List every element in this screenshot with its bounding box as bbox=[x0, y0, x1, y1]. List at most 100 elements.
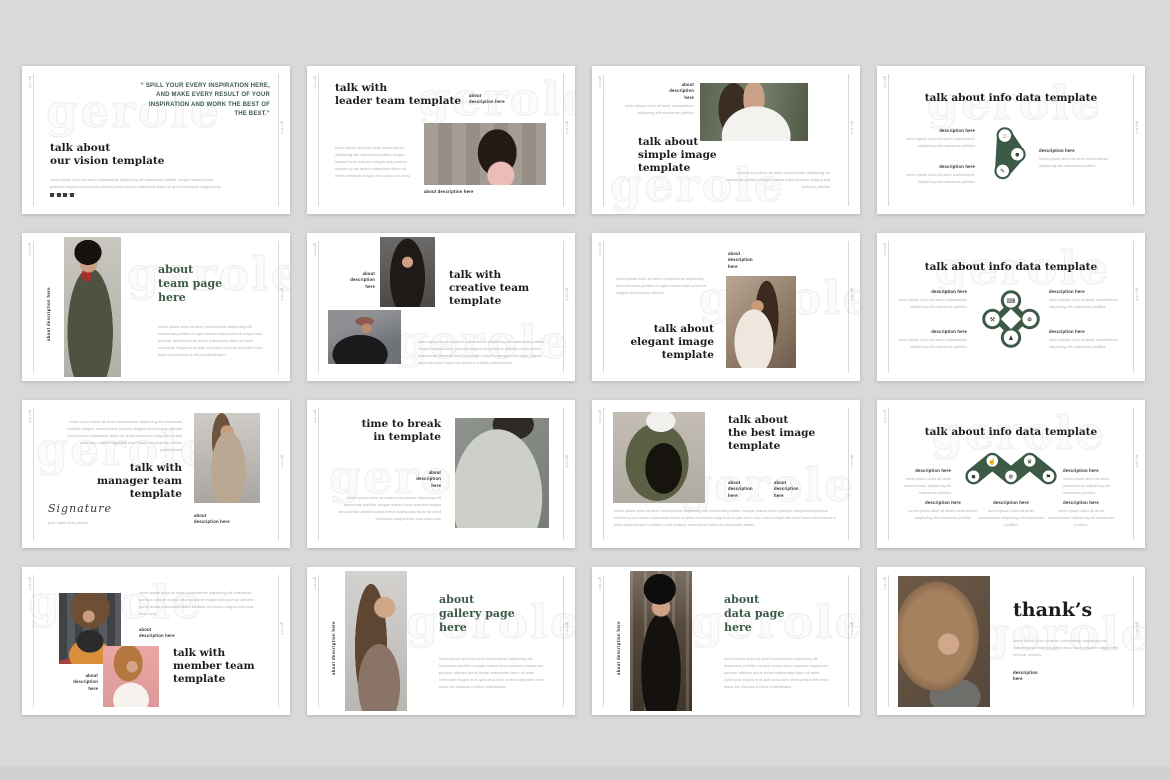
globe-icon: ⊕ bbox=[1008, 474, 1013, 481]
edge-text-left: gerole bbox=[598, 577, 602, 590]
edge-line-left bbox=[888, 575, 889, 707]
slide-creative-team[interactable]: gerole gerole gerole about description h… bbox=[307, 233, 575, 381]
description-label: description here bbox=[897, 164, 975, 170]
watermark-text: gerole bbox=[680, 458, 855, 512]
slide-manager-team[interactable]: gerole gerole gerole lorem ipsum dolor s… bbox=[22, 400, 290, 548]
description-text: lorem ipsum dolor sit amet consectetuer … bbox=[1049, 296, 1123, 310]
edge-text-left: gerole bbox=[883, 76, 887, 89]
edge-line-right bbox=[848, 575, 849, 707]
about-label: about description here bbox=[774, 480, 799, 499]
photo-gallery bbox=[345, 571, 407, 711]
slide-leader-team[interactable]: gerole gerole gerole talk with leader te… bbox=[307, 66, 575, 214]
slide-gallery-page[interactable]: gerole gerole gerole about description h… bbox=[307, 567, 575, 715]
photo-elegant bbox=[726, 276, 796, 368]
slide-vision[interactable]: gerole gerole gerole “ SPILL YOUR EVERY … bbox=[22, 66, 290, 214]
slide-info-data-spinner[interactable]: gerole gerole gerole talk about info dat… bbox=[877, 66, 1145, 214]
edge-line-right bbox=[563, 575, 564, 707]
spinner-diagram: ⌂ ☻ ✎ bbox=[983, 124, 1035, 184]
photo-thanks bbox=[898, 576, 990, 707]
description-text: lorem ipsum dolor sit amet consectetuer … bbox=[889, 475, 951, 496]
edge-line-left bbox=[603, 74, 604, 206]
edge-text-right: gerole bbox=[850, 121, 854, 134]
instagram-icon bbox=[63, 193, 67, 197]
edge-line-left bbox=[603, 575, 604, 707]
description-text: lorem ipsum dolor sit amet consectetuer … bbox=[977, 507, 1045, 528]
description-text: lorem ipsum dolor sit amet consectetuer … bbox=[1039, 155, 1117, 169]
about-label: about description here bbox=[335, 271, 375, 290]
about-label-vertical: about description here bbox=[616, 613, 621, 675]
slide-best-image[interactable]: gerole gerole gerole talk about the best… bbox=[592, 400, 860, 548]
team-icon: ☻ bbox=[970, 474, 977, 481]
zigzag-diagram: ☻ ☝ ⊕ ♛ ⚑ bbox=[963, 448, 1059, 492]
edge-text-right: gerole bbox=[565, 121, 569, 134]
signature-subtext: your name here please bbox=[48, 519, 108, 526]
facebook-icon bbox=[50, 193, 54, 197]
slide-team-page[interactable]: gerole gerole gerole about description h… bbox=[22, 233, 290, 381]
edge-line-right bbox=[848, 74, 849, 206]
edge-line-right bbox=[278, 74, 279, 206]
edge-line-left bbox=[33, 575, 34, 707]
slide-info-data-zigzag[interactable]: gerole gerole gerole talk about info dat… bbox=[877, 400, 1145, 548]
body-text: lorem ipsum dolor sit amet consectetuer … bbox=[418, 338, 558, 366]
slide-simple-image[interactable]: gerole gerole gerole about description h… bbox=[592, 66, 860, 214]
edge-text-right: gerole bbox=[565, 622, 569, 635]
slide-thanks[interactable]: gerole gerole gerole thank’s lorem ipsum… bbox=[877, 567, 1145, 715]
signature-text: Signature bbox=[48, 502, 112, 515]
edge-text-right: gerole bbox=[1135, 455, 1139, 468]
photo-caption: about description here bbox=[424, 189, 474, 195]
description-label: description here bbox=[1013, 670, 1038, 683]
photo-break bbox=[455, 418, 549, 528]
edge-text-left: gerole bbox=[28, 76, 32, 89]
description-text: lorem ipsum dolor sit amet consectetuer … bbox=[1047, 507, 1115, 528]
description-label: description here bbox=[907, 500, 979, 506]
thumbs-up-icon: ☝ bbox=[988, 457, 996, 465]
slide-data-page[interactable]: gerole gerole gerole about description h… bbox=[592, 567, 860, 715]
slide-info-data-clover[interactable]: gerole gerole gerole talk about info dat… bbox=[877, 233, 1145, 381]
description-label: description here bbox=[889, 468, 951, 474]
photo-member-2 bbox=[103, 646, 159, 707]
edge-text-right: gerole bbox=[565, 288, 569, 301]
edge-text-right: gerole bbox=[1135, 288, 1139, 301]
about-label: about description here bbox=[728, 251, 753, 270]
about-label-vertical: about description here bbox=[331, 613, 336, 675]
social-icons bbox=[50, 193, 76, 197]
slide-title: talk about elegant image template bbox=[620, 323, 714, 362]
edge-text-left: gerole bbox=[883, 243, 887, 256]
slide-title: talk about info data template bbox=[877, 426, 1145, 439]
slide-title: talk about our vision template bbox=[50, 142, 164, 168]
body-text: lorem ipsum dolor sit amet consectetuer … bbox=[610, 102, 694, 116]
edge-line-right bbox=[278, 408, 279, 540]
edge-text-right: gerole bbox=[850, 622, 854, 635]
photo-manager bbox=[194, 413, 260, 503]
slide-title: talk with creative team template bbox=[449, 269, 529, 308]
slide-elegant-image[interactable]: gerole gerole gerole about description h… bbox=[592, 233, 860, 381]
body-text: lorem ipsum dolor sit amet consectetuer … bbox=[722, 169, 830, 190]
edge-text-right: gerole bbox=[280, 455, 284, 468]
about-label: about description here bbox=[469, 93, 505, 106]
edge-text-right: gerole bbox=[850, 288, 854, 301]
body-text: lorem ipsum dolor sit amet consectetuer … bbox=[139, 589, 257, 617]
edge-text-right: gerole bbox=[280, 121, 284, 134]
about-label: about description here bbox=[194, 513, 230, 526]
edge-line-right bbox=[1133, 575, 1134, 707]
body-text: lorem ipsum dolor sit amet consectetuer … bbox=[335, 144, 413, 179]
bottom-strip bbox=[0, 766, 1170, 780]
edge-text-left: gerole bbox=[313, 243, 317, 256]
edge-line-right bbox=[563, 408, 564, 540]
photo-data bbox=[630, 571, 692, 711]
slide-title: about team page here bbox=[158, 263, 222, 304]
edge-line-right bbox=[563, 74, 564, 206]
edge-line-left bbox=[603, 241, 604, 373]
body-text: lorem ipsum dolor sit amet consectetuer … bbox=[60, 418, 182, 453]
body-text: lorem ipsum dolor sit amet consectetuer … bbox=[1013, 637, 1121, 658]
slide-title: talk with leader team template bbox=[335, 82, 461, 108]
slide-time-to-break[interactable]: gerole gerole gerole time to break in te… bbox=[307, 400, 575, 548]
trophy-icon: ♛ bbox=[1027, 458, 1033, 465]
description-text: lorem ipsum dolor sit amet consectetuer … bbox=[897, 171, 975, 185]
description-text: lorem ipsum dolor sit amet consectetuer … bbox=[895, 336, 967, 350]
edge-line-right bbox=[848, 408, 849, 540]
briefcase-icon: ⚒ bbox=[990, 316, 996, 323]
pencil-icon: ✎ bbox=[1000, 168, 1005, 175]
slide-member-team[interactable]: gerole gerole gerole lorem ipsum dolor s… bbox=[22, 567, 290, 715]
body-text: lorem ipsum dolor sit amet consectetuer … bbox=[50, 176, 225, 197]
